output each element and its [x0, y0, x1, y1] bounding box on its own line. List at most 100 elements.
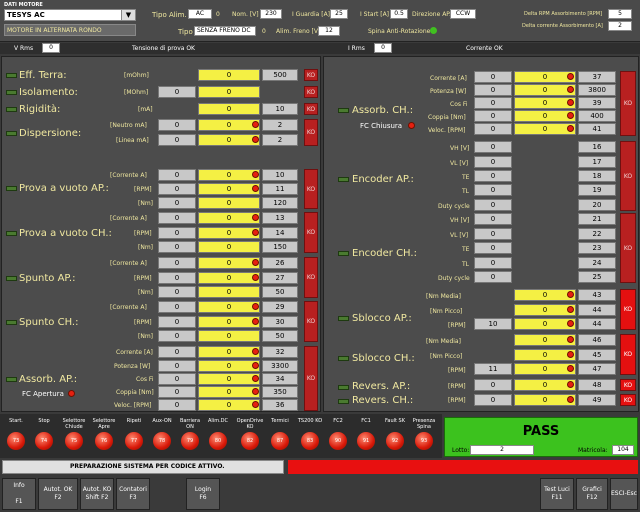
signal-label: Aux-ON: [152, 418, 172, 424]
encoder-ch-measure: 0: [474, 242, 512, 254]
autot-ok-button[interactable]: Autot. OK F2: [38, 478, 78, 510]
encoder-ch-limit: 25: [578, 271, 616, 283]
vuoto-ap-ko: KO: [304, 169, 318, 209]
sblocco-ap-limit: 44: [578, 318, 616, 330]
spunto-ap-unit: [Corrente A]: [110, 260, 147, 267]
encoder-ch-indicator-icon: [338, 251, 349, 256]
vrms-label: V Rms: [14, 45, 34, 52]
spunto-ch-limit: 30: [262, 316, 298, 328]
delta-corr-field[interactable]: 2: [608, 21, 632, 31]
result-status: PASS: [522, 424, 560, 439]
encoder-ap-measure: 0: [474, 184, 512, 196]
encoder-ch-unit: TL: [462, 261, 470, 268]
sblocco-ap-led-icon: [567, 306, 574, 313]
encoder-ap-unit: TL: [462, 188, 470, 195]
delta-rpm-field[interactable]: 5: [608, 9, 632, 19]
eff-terra-limit: 500: [262, 69, 298, 81]
assorb-ch-limit: 3800: [578, 84, 616, 96]
rigidita-limit: 10: [262, 103, 298, 115]
autot-ko-button[interactable]: Autot. KO Shift F2: [80, 478, 114, 510]
tipo-select[interactable]: SENZA FRENO DC: [194, 26, 256, 36]
assorb-ap-unit: Potenza [W]: [114, 363, 151, 370]
direzione-select[interactable]: CCW: [450, 9, 476, 19]
vuoto-ch-unit: [RPM]: [134, 230, 152, 237]
encoder-ap-limit: 16: [578, 141, 616, 153]
dispersione-value: 0: [198, 134, 260, 146]
encoder-ap-ko: KO: [620, 141, 636, 211]
matricola-field: 104: [612, 445, 634, 455]
encoder-ch-unit: VH [V]: [450, 217, 470, 224]
assorb-ch-led-icon: [567, 125, 574, 132]
delta-corr-label: Delta corrente Assorbimento [A]: [522, 23, 603, 29]
sblocco-ch-led-icon: [567, 351, 574, 358]
spunto-ap-value: 0: [198, 257, 260, 269]
tipo-alim-label: Tipo Alim.: [152, 11, 187, 19]
login-button[interactable]: Login F6: [186, 478, 220, 510]
assorb-ch-led-icon: [567, 86, 574, 93]
signal-lamp-icon: 92: [386, 432, 404, 450]
vuoto-ch-unit: [Nm]: [138, 244, 154, 251]
istart-field[interactable]: 0.5: [390, 9, 408, 19]
spunto-ch-ko: KO: [304, 301, 318, 342]
info-button[interactable]: Info F1: [2, 478, 36, 510]
sblocco-ch-title: Sblocco CH.:: [352, 353, 415, 364]
assorb-ch-unit: Cos Fi: [450, 101, 468, 108]
spunto-ap-unit: [Nm]: [138, 289, 154, 296]
motor-mode-field: MOTORE IN ALTERNATA RONDO: [4, 24, 136, 36]
tipo-alim-select[interactable]: AC: [188, 9, 212, 19]
assorb-ap-led-icon: [252, 375, 259, 382]
assorb-ch-ko: KO: [620, 71, 636, 136]
matricola-label: Matricola:: [578, 447, 608, 454]
encoder-ap-unit: VL [V]: [450, 160, 469, 167]
assorb-ap-indicator-icon: [6, 377, 17, 382]
chevron-down-icon[interactable]: ▼: [121, 10, 135, 20]
encoder-ap-measure: 0: [474, 141, 512, 153]
contatori-button[interactable]: Contatori F3: [116, 478, 150, 510]
vuoto-ap-value: 0: [198, 183, 260, 195]
assorb-ch-fc-label: FC Chiusura: [360, 122, 403, 130]
esci-button[interactable]: ESCI-Esc: [610, 478, 638, 510]
spunto-ch-title: Spunto CH.:: [19, 317, 79, 328]
grafici-button[interactable]: Grafici F12: [576, 478, 608, 510]
autot-ko-label: Autot. KO: [82, 486, 112, 493]
sblocco-ch-unit: [Nm Media]: [426, 338, 461, 345]
spunto-ap-ko: KO: [304, 257, 318, 298]
signal-label: Alim.DC: [208, 418, 228, 424]
assorb-ch-measure: 0: [474, 123, 512, 135]
dispersione-unit: [Neutro mA]: [110, 122, 147, 129]
vuoto-ap-limit: 120: [262, 197, 298, 209]
assorb-ch-limit: 39: [578, 97, 616, 109]
assorb-ap-measure: 0: [158, 386, 196, 398]
autot-ok-label: Autot. OK: [43, 486, 73, 493]
vrms-field: 0: [42, 43, 60, 53]
test-luci-button[interactable]: Test Luci F11: [540, 478, 574, 510]
dispersione-led-icon: [252, 121, 259, 128]
tensione-status: Tensione di prova OK: [132, 45, 195, 52]
motor-select[interactable]: TESYS AC ▼: [4, 9, 136, 21]
spunto-ch-value: 0: [198, 316, 260, 328]
encoder-ap-unit: VH [V]: [450, 145, 470, 152]
dispersione-value: 0: [198, 119, 260, 131]
contatori-label: Contatori: [119, 486, 147, 493]
assorb-ap-led-icon: [252, 388, 259, 395]
sblocco-ap-title: Sblocco AP.:: [352, 313, 412, 324]
encoder-ch-measure: 0: [474, 257, 512, 269]
signal-label: Stop: [38, 418, 50, 424]
header-section-title: DATI MOTORE: [4, 2, 43, 8]
eff-terra-indicator-icon: [6, 73, 17, 78]
vuoto-ap-measure: 0: [158, 169, 196, 181]
assorb-ap-value: 0: [198, 346, 260, 358]
nom-v-field[interactable]: 230: [260, 9, 282, 19]
tipo-alim-num: 0: [216, 11, 220, 18]
assorb-ch-measure: 0: [474, 84, 512, 96]
sblocco-ap-ko: KO: [620, 289, 636, 330]
alim-freno-field[interactable]: 12: [318, 26, 340, 36]
assorb-ch-measure: 0: [474, 71, 512, 83]
spunto-ap-measure: 0: [158, 272, 196, 284]
iguardia-field[interactable]: 25: [330, 9, 348, 19]
spunto-ch-led-icon: [252, 303, 259, 310]
encoder-ch-title: Encoder CH.:: [352, 248, 417, 259]
isolamento-ko: KO: [304, 86, 318, 98]
assorb-ap-limit: 3300: [262, 360, 298, 372]
encoder-ap-limit: 20: [578, 199, 616, 211]
